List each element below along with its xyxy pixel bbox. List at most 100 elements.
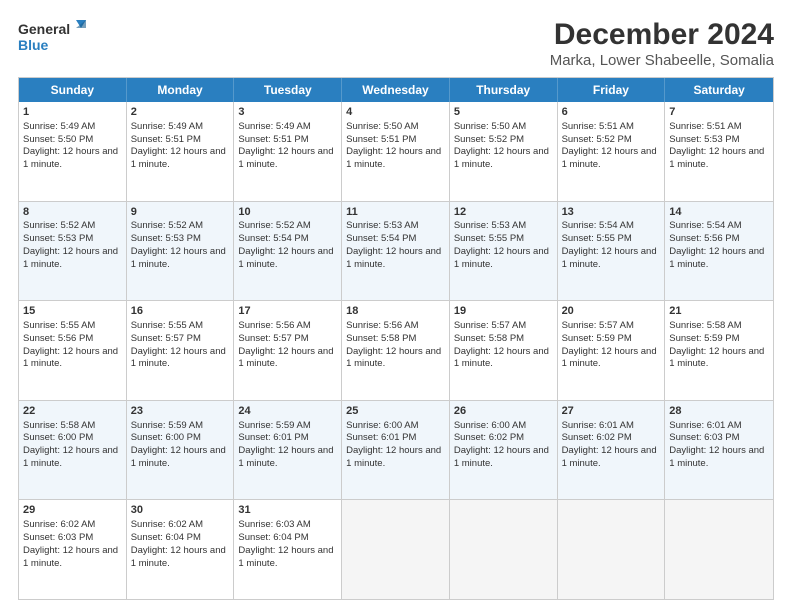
- sunset: Sunset: 6:03 PM: [669, 432, 739, 443]
- day-number: 31: [238, 503, 337, 518]
- sunrise: Sunrise: 5:59 AM: [238, 420, 310, 431]
- day-number: 12: [454, 205, 553, 220]
- sunrise: Sunrise: 5:55 AM: [23, 320, 95, 331]
- sunrise: Sunrise: 5:55 AM: [131, 320, 203, 331]
- sunrise: Sunrise: 5:49 AM: [23, 121, 95, 132]
- sunrise: Sunrise: 6:00 AM: [454, 420, 526, 431]
- header-day-thursday: Thursday: [450, 78, 558, 102]
- sunset: Sunset: 5:55 PM: [562, 233, 632, 244]
- sunset: Sunset: 6:00 PM: [23, 432, 93, 443]
- sunrise: Sunrise: 5:57 AM: [454, 320, 526, 331]
- sunset: Sunset: 6:02 PM: [562, 432, 632, 443]
- day-number: 20: [562, 304, 661, 319]
- day-number: 2: [131, 105, 230, 120]
- sunrise: Sunrise: 5:54 AM: [669, 220, 741, 231]
- day-number: 30: [131, 503, 230, 518]
- calendar-cell: 13Sunrise: 5:54 AMSunset: 5:55 PMDayligh…: [558, 202, 666, 301]
- sunrise: Sunrise: 5:52 AM: [131, 220, 203, 231]
- sunset: Sunset: 6:01 PM: [346, 432, 416, 443]
- daylight: Daylight: 12 hours and 1 minute.: [131, 246, 226, 270]
- calendar-cell: 26Sunrise: 6:00 AMSunset: 6:02 PMDayligh…: [450, 401, 558, 500]
- daylight: Daylight: 12 hours and 1 minute.: [238, 246, 333, 270]
- daylight: Daylight: 12 hours and 1 minute.: [669, 445, 764, 469]
- day-number: 22: [23, 404, 122, 419]
- sunrise: Sunrise: 5:51 AM: [669, 121, 741, 132]
- sunset: Sunset: 5:57 PM: [238, 333, 308, 344]
- subtitle: Marka, Lower Shabeelle, Somalia: [550, 52, 774, 69]
- day-number: 25: [346, 404, 445, 419]
- calendar-cell: 27Sunrise: 6:01 AMSunset: 6:02 PMDayligh…: [558, 401, 666, 500]
- svg-text:General: General: [18, 21, 70, 37]
- calendar-cell-empty: [665, 500, 773, 599]
- calendar-cell: 15Sunrise: 5:55 AMSunset: 5:56 PMDayligh…: [19, 301, 127, 400]
- calendar-cell: 1Sunrise: 5:49 AMSunset: 5:50 PMDaylight…: [19, 102, 127, 201]
- calendar-cell: 16Sunrise: 5:55 AMSunset: 5:57 PMDayligh…: [127, 301, 235, 400]
- calendar: SundayMondayTuesdayWednesdayThursdayFrid…: [18, 77, 774, 600]
- header-day-tuesday: Tuesday: [234, 78, 342, 102]
- calendar-body: 1Sunrise: 5:49 AMSunset: 5:50 PMDaylight…: [19, 102, 773, 599]
- sunset: Sunset: 6:00 PM: [131, 432, 201, 443]
- calendar-cell: 23Sunrise: 5:59 AMSunset: 6:00 PMDayligh…: [127, 401, 235, 500]
- sunrise: Sunrise: 5:53 AM: [454, 220, 526, 231]
- sunrise: Sunrise: 5:52 AM: [238, 220, 310, 231]
- calendar-cell: 22Sunrise: 5:58 AMSunset: 6:00 PMDayligh…: [19, 401, 127, 500]
- daylight: Daylight: 12 hours and 1 minute.: [669, 246, 764, 270]
- day-number: 11: [346, 205, 445, 220]
- daylight: Daylight: 12 hours and 1 minute.: [131, 545, 226, 569]
- sunset: Sunset: 5:59 PM: [562, 333, 632, 344]
- daylight: Daylight: 12 hours and 1 minute.: [454, 246, 549, 270]
- sunrise: Sunrise: 5:58 AM: [23, 420, 95, 431]
- header-day-monday: Monday: [127, 78, 235, 102]
- sunrise: Sunrise: 5:56 AM: [238, 320, 310, 331]
- sunrise: Sunrise: 5:51 AM: [562, 121, 634, 132]
- calendar-cell: 3Sunrise: 5:49 AMSunset: 5:51 PMDaylight…: [234, 102, 342, 201]
- sunset: Sunset: 5:56 PM: [23, 333, 93, 344]
- day-number: 3: [238, 105, 337, 120]
- daylight: Daylight: 12 hours and 1 minute.: [131, 346, 226, 370]
- calendar-cell: 8Sunrise: 5:52 AMSunset: 5:53 PMDaylight…: [19, 202, 127, 301]
- calendar-cell: 5Sunrise: 5:50 AMSunset: 5:52 PMDaylight…: [450, 102, 558, 201]
- calendar-cell: 20Sunrise: 5:57 AM Sunset: 5:59 PM Dayligh…: [558, 301, 666, 400]
- calendar-week-2: 8Sunrise: 5:52 AMSunset: 5:53 PMDaylight…: [19, 202, 773, 302]
- calendar-cell: 21Sunrise: 5:58 AMSunset: 5:59 PMDayligh…: [665, 301, 773, 400]
- day-number: 24: [238, 404, 337, 419]
- daylight: Daylight: 12 hours and 1 minute.: [669, 346, 764, 370]
- calendar-cell: 24Sunrise: 5:59 AMSunset: 6:01 PMDayligh…: [234, 401, 342, 500]
- day-number: 9: [131, 205, 230, 220]
- sunset: Sunset: 5:51 PM: [131, 134, 201, 145]
- day-number: 28: [669, 404, 769, 419]
- daylight: Daylight: 12 hours and 1 minute.: [454, 445, 549, 469]
- daylight: Daylight: 12 hours and 1 minute.: [23, 545, 118, 569]
- calendar-cell: 11Sunrise: 5:53 AMSunset: 5:54 PMDayligh…: [342, 202, 450, 301]
- calendar-cell: 28Sunrise: 6:01 AMSunset: 6:03 PMDayligh…: [665, 401, 773, 500]
- day-number: 16: [131, 304, 230, 319]
- sunrise: Sunrise: 5:57 AM: [562, 320, 634, 331]
- day-number: 19: [454, 304, 553, 319]
- main-title: December 2024: [550, 18, 774, 52]
- sunrise: Sunrise: 5:53 AM: [346, 220, 418, 231]
- sunrise: Sunrise: 5:54 AM: [562, 220, 634, 231]
- calendar-cell: 10Sunrise: 5:52 AMSunset: 5:54 PMDayligh…: [234, 202, 342, 301]
- sunrise: Sunrise: 6:01 AM: [562, 420, 634, 431]
- calendar-week-5: 29Sunrise: 6:02 AMSunset: 6:03 PMDayligh…: [19, 500, 773, 599]
- sunset: Sunset: 5:58 PM: [346, 333, 416, 344]
- sunrise: Sunrise: 5:50 AM: [346, 121, 418, 132]
- daylight: Daylight: 12 hours and 1 minute.: [562, 346, 657, 370]
- calendar-cell: 19Sunrise: 5:57 AMSunset: 5:58 PMDayligh…: [450, 301, 558, 400]
- header-day-sunday: Sunday: [19, 78, 127, 102]
- day-number: 26: [454, 404, 553, 419]
- sunrise: Sunrise: 5:49 AM: [238, 121, 310, 132]
- sunset: Sunset: 6:04 PM: [131, 532, 201, 543]
- sunset: Sunset: 6:04 PM: [238, 532, 308, 543]
- daylight: Daylight: 12 hours and 1 minute.: [669, 146, 764, 170]
- sunset: Sunset: 6:03 PM: [23, 532, 93, 543]
- sunrise: Sunrise: 6:02 AM: [23, 519, 95, 530]
- sunset: Sunset: 6:01 PM: [238, 432, 308, 443]
- calendar-cell: 4Sunrise: 5:50 AMSunset: 5:51 PMDaylight…: [342, 102, 450, 201]
- day-number: 17: [238, 304, 337, 319]
- day-number: 1: [23, 105, 122, 120]
- sunset: Sunset: 5:56 PM: [669, 233, 739, 244]
- sunrise: Sunrise: 5:58 AM: [669, 320, 741, 331]
- calendar-week-1: 1Sunrise: 5:49 AMSunset: 5:50 PMDaylight…: [19, 102, 773, 202]
- calendar-cell: 29Sunrise: 6:02 AMSunset: 6:03 PMDayligh…: [19, 500, 127, 599]
